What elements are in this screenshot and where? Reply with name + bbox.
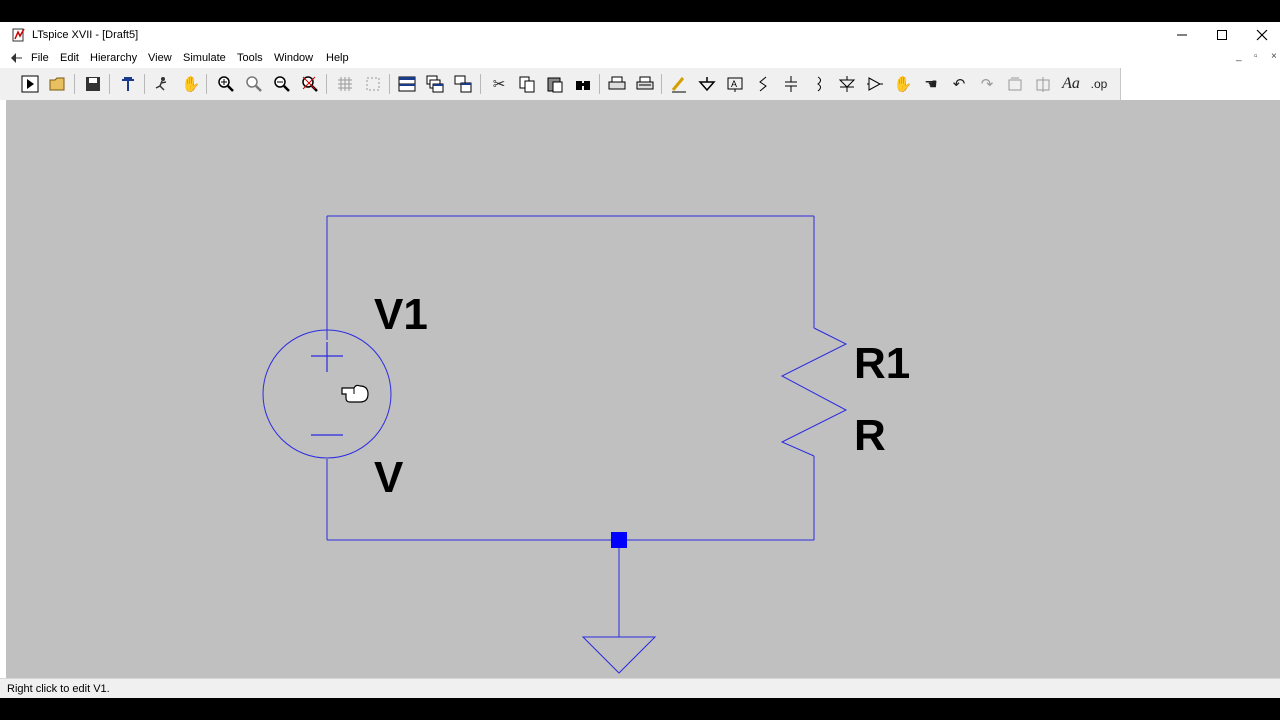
move-icon[interactable]: ✋ <box>892 73 914 95</box>
drag-icon[interactable]: ☚ <box>920 73 942 95</box>
toolbar-separator <box>389 74 390 94</box>
tile-icon[interactable] <box>334 73 356 95</box>
wires <box>326 215 815 637</box>
v1-value-label[interactable]: V <box>374 456 403 500</box>
voltage-source-v1[interactable] <box>262 329 392 459</box>
menu-tools[interactable]: Tools <box>237 52 263 64</box>
toolbar-separator <box>109 74 110 94</box>
inductor-icon[interactable] <box>808 73 830 95</box>
rotate-icon[interactable] <box>1004 73 1026 95</box>
window-title: LTspice XVII - [Draft5] <box>32 29 139 41</box>
window-tile-icon[interactable] <box>396 73 418 95</box>
cut-icon[interactable]: ✂ <box>488 73 510 95</box>
status-bar: Right click to edit V1. <box>0 678 1280 698</box>
toolbar-separator <box>661 74 662 94</box>
paste-icon[interactable] <box>544 73 566 95</box>
close-button[interactable] <box>1242 22 1280 48</box>
window-arrange-icon[interactable] <box>452 73 474 95</box>
wire-junction-node[interactable] <box>611 532 627 548</box>
undo-icon[interactable]: ↶ <box>948 73 970 95</box>
capacitor-icon[interactable] <box>780 73 802 95</box>
cascade-icon[interactable] <box>362 73 384 95</box>
title-bar: LTspice XVII - [Draft5] <box>0 22 1280 48</box>
resistor-r1[interactable] <box>780 327 848 457</box>
document-system-menu-icon[interactable] <box>9 51 23 65</box>
save-icon[interactable] <box>82 73 104 95</box>
toolbar-separator <box>599 74 600 94</box>
child-minimize-button[interactable]: _ <box>1236 51 1242 62</box>
svg-text:A: A <box>731 79 737 89</box>
maximize-button[interactable] <box>1202 22 1242 48</box>
bottom-letterbox <box>0 698 1280 720</box>
find-icon[interactable] <box>572 73 594 95</box>
label-net-icon[interactable]: A <box>724 73 746 95</box>
print-icon[interactable] <box>606 73 628 95</box>
menu-simulate[interactable]: Simulate <box>183 52 226 64</box>
ltspice-app-icon <box>12 28 25 42</box>
diode-icon[interactable] <box>836 73 858 95</box>
toolbar-separator <box>326 74 327 94</box>
child-restore-button[interactable]: ▫ <box>1254 51 1258 62</box>
zoom-area-icon[interactable] <box>243 73 265 95</box>
menu-view[interactable]: View <box>148 52 172 64</box>
zoom-out-icon[interactable] <box>271 73 293 95</box>
hand-cursor <box>341 384 369 403</box>
toolbar-separator <box>144 74 145 94</box>
toolbar-separator <box>480 74 481 94</box>
menu-file[interactable]: File <box>31 52 49 64</box>
text-icon[interactable]: Aa <box>1060 73 1082 95</box>
r1-name-label[interactable]: R1 <box>854 342 910 386</box>
menu-window[interactable]: Window <box>274 52 313 64</box>
zoom-fit-icon[interactable] <box>299 73 321 95</box>
window-stack-icon[interactable] <box>424 73 446 95</box>
spice-directive-icon[interactable]: .op <box>1088 73 1110 95</box>
menu-hierarchy[interactable]: Hierarchy <box>90 52 137 64</box>
copy-icon[interactable] <box>516 73 538 95</box>
ground-icon[interactable] <box>696 73 718 95</box>
toolbar-empty-area <box>1120 68 1280 100</box>
menu-bar: File Edit Hierarchy View Simulate Tools … <box>0 48 1280 68</box>
child-close-button[interactable]: × <box>1271 51 1277 62</box>
ground-symbol[interactable] <box>581 636 657 674</box>
r1-value-label[interactable]: R <box>854 414 886 458</box>
maximize-icon <box>1217 30 1227 40</box>
halt-icon[interactable] <box>151 73 173 95</box>
component-icon[interactable] <box>864 73 886 95</box>
run-icon[interactable] <box>19 73 41 95</box>
open-icon[interactable] <box>47 73 69 95</box>
close-icon <box>1256 29 1268 41</box>
pan-hand-icon[interactable]: ✋ <box>180 73 202 95</box>
top-letterbox <box>0 0 1280 22</box>
minimize-button[interactable] <box>1162 22 1202 48</box>
schematic-drawing <box>262 215 848 674</box>
toolbar-separator <box>74 74 75 94</box>
menu-help[interactable]: Help <box>326 52 349 64</box>
print-preview-icon[interactable] <box>634 73 656 95</box>
toolbar-separator <box>206 74 207 94</box>
redo-icon[interactable]: ↷ <box>976 73 998 95</box>
mirror-icon[interactable] <box>1032 73 1054 95</box>
schematic-canvas[interactable]: V1 V R1 R <box>6 100 1280 678</box>
resistor-icon[interactable] <box>752 73 774 95</box>
minimize-icon <box>1177 34 1187 36</box>
ltspice-window: LTspice XVII - [Draft5] File Edit Hierar… <box>0 22 1280 698</box>
v1-name-label[interactable]: V1 <box>374 293 428 337</box>
control-panel-icon[interactable] <box>117 73 139 95</box>
menu-edit[interactable]: Edit <box>60 52 79 64</box>
toolbar: ✋ ✂ A ✋ ☚ ↶ ↷ Aa .op <box>0 68 1120 100</box>
status-text: Right click to edit V1. <box>7 683 110 695</box>
zoom-in-icon[interactable] <box>215 73 237 95</box>
wire-icon[interactable] <box>668 73 690 95</box>
